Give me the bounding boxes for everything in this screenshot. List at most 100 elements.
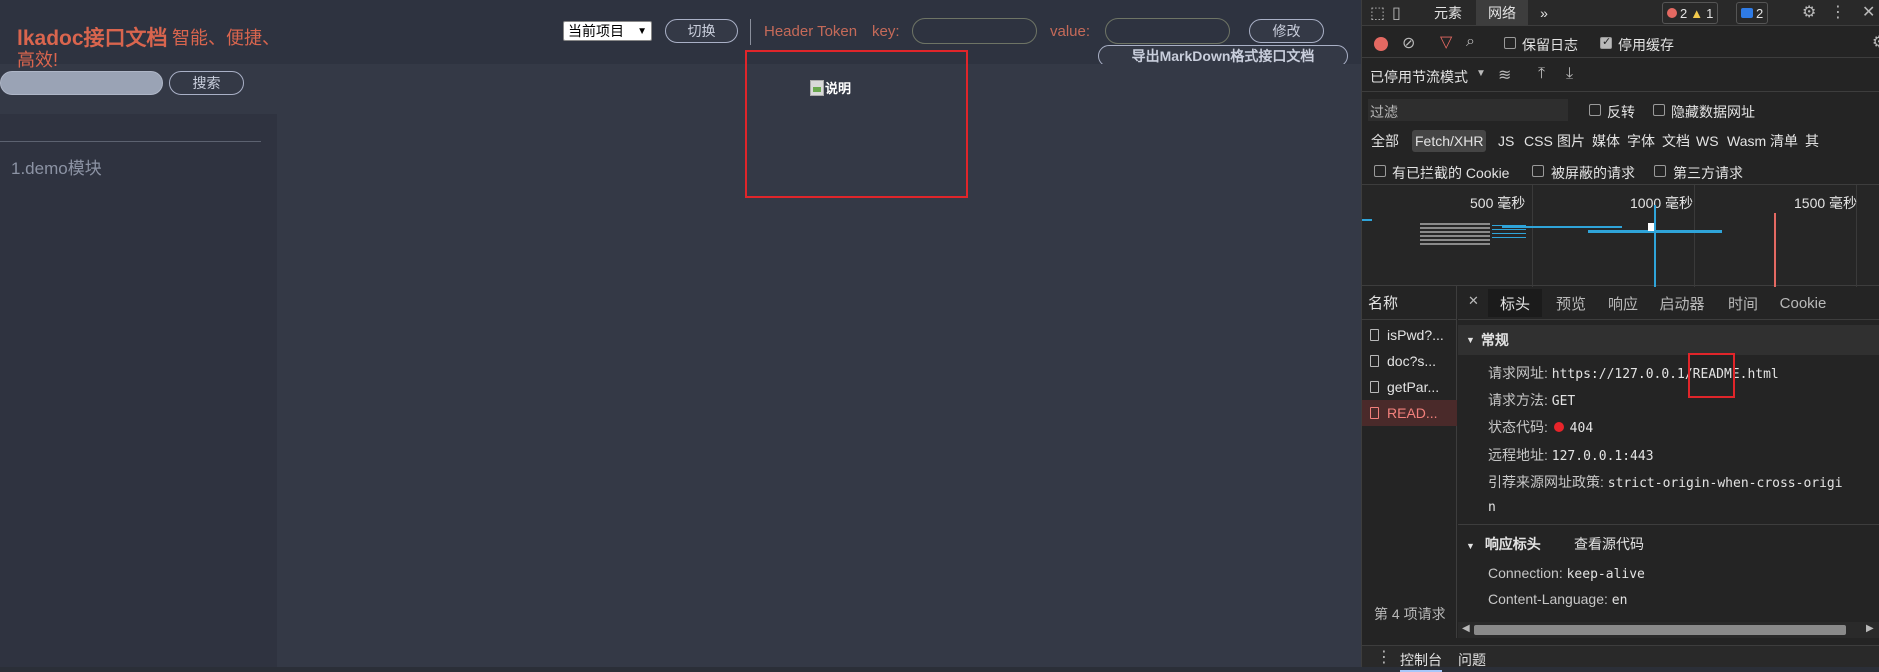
gear-icon[interactable]: ⚙ xyxy=(1802,2,1816,22)
blocked-cookies-checkbox[interactable] xyxy=(1374,165,1386,177)
tab-initiator[interactable]: 启动器 xyxy=(1650,289,1714,317)
status-error-icon xyxy=(1553,422,1564,432)
type-filter-img[interactable]: 图片 xyxy=(1554,130,1588,152)
type-filter-font[interactable]: 字体 xyxy=(1624,130,1658,152)
file-icon xyxy=(1370,355,1379,367)
response-headers-header[interactable]: ▼ 响应标头 xyxy=(1466,534,1541,554)
status-code-row: 状态代码: 404 xyxy=(1488,417,1593,437)
clear-icon[interactable]: ⊘ xyxy=(1402,33,1415,53)
type-filter-ws[interactable]: WS xyxy=(1693,130,1722,152)
sidebar-item-demo[interactable]: 1.demo模块 xyxy=(11,154,102,179)
request-name: getPar... xyxy=(1387,379,1440,395)
download-icon[interactable]: ⤓ xyxy=(1566,65,1573,83)
scrollbar-thumb[interactable] xyxy=(1474,625,1846,635)
tab-network[interactable]: 网络 xyxy=(1476,0,1528,26)
error-warning-badge[interactable]: 2 ▲ 1 xyxy=(1662,2,1719,24)
more-tabs-button[interactable]: » xyxy=(1532,0,1556,26)
preserve-log-checkbox[interactable] xyxy=(1504,37,1516,49)
general-section-header[interactable]: ▼ 常规 xyxy=(1458,325,1879,355)
header-value: keep-alive xyxy=(1566,567,1645,582)
type-filter-doc[interactable]: 文档 xyxy=(1659,130,1693,152)
type-filter-fetch-xhr[interactable]: Fetch/XHR xyxy=(1412,130,1487,152)
warning-count: 1 xyxy=(1706,5,1714,21)
scroll-right-icon[interactable]: ▶ xyxy=(1866,623,1874,634)
third-party-label: 第三方请求 xyxy=(1673,165,1743,181)
annotation-box xyxy=(745,50,968,198)
type-filter-other[interactable]: 其 xyxy=(1802,130,1822,152)
request-name-list: 名称 isPwd?... doc?s... getPar... READ... … xyxy=(1362,286,1457,638)
request-row-selected[interactable]: READ... xyxy=(1362,400,1457,426)
upload-icon[interactable]: ⤒ xyxy=(1538,65,1545,83)
invert-checkbox[interactable] xyxy=(1589,104,1601,116)
type-filter-media[interactable]: 媒体 xyxy=(1589,130,1623,152)
blocked-requests-checkbox[interactable] xyxy=(1532,165,1544,177)
key-input[interactable] xyxy=(912,18,1037,44)
record-icon[interactable] xyxy=(1374,37,1388,51)
kebab-menu-icon[interactable]: ⋮ xyxy=(1830,2,1846,22)
response-header-row: Connection: keep-alive xyxy=(1488,565,1645,582)
network-overview[interactable]: 500 毫秒 1000 毫秒 1500 毫秒 xyxy=(1362,184,1879,287)
hide-data-urls-checkbox[interactable] xyxy=(1653,104,1665,116)
remote-address-value: 127.0.0.1:443 xyxy=(1551,449,1654,464)
header-name: Connection: xyxy=(1488,565,1563,581)
wifi-icon[interactable]: ≋ xyxy=(1498,65,1511,85)
settings-icon[interactable]: ⚙ xyxy=(1872,32,1879,52)
request-row[interactable]: getPar... xyxy=(1362,374,1457,400)
throttling-select[interactable]: 已停用节流模式 xyxy=(1370,67,1468,87)
type-filter-css[interactable]: CSS xyxy=(1521,130,1556,152)
close-icon[interactable]: ✕ xyxy=(1862,2,1875,22)
type-filter-bar: 全部 Fetch/XHR JS CSS 图片 媒体 字体 文档 WS Wasm … xyxy=(1362,126,1879,156)
value-input[interactable] xyxy=(1105,18,1230,44)
annotation-box xyxy=(1688,353,1735,398)
close-icon[interactable]: ✕ xyxy=(1468,293,1479,309)
chevron-down-icon: ▼ xyxy=(637,25,647,37)
project-select-value: 当前项目 xyxy=(568,23,624,39)
referrer-policy-value-cont: n xyxy=(1488,500,1496,515)
tab-cookies[interactable]: Cookie xyxy=(1772,289,1834,317)
messages-badge[interactable]: 2 xyxy=(1736,2,1769,24)
type-filter-js[interactable]: JS xyxy=(1495,130,1517,152)
modify-button[interactable]: 修改 xyxy=(1249,19,1324,43)
brand-slogan: 智能、便捷、 xyxy=(172,28,280,48)
filter-input[interactable]: 过滤 xyxy=(1368,99,1568,121)
kebab-menu-icon[interactable]: ⋮ xyxy=(1376,647,1392,667)
search-button[interactable]: 搜索 xyxy=(169,71,244,95)
issues-tab[interactable]: 问题 xyxy=(1458,650,1486,670)
devtools-tabbar: ⬚ ▯ 元素 网络 » 2 ▲ 1 2 ⚙ ⋮ ✕ xyxy=(1362,0,1879,26)
tab-preview[interactable]: 预览 xyxy=(1546,289,1596,317)
tab-response[interactable]: 响应 xyxy=(1598,289,1648,317)
switch-button[interactable]: 切换 xyxy=(665,19,738,43)
horizontal-scrollbar[interactable]: ◀ ▶ xyxy=(1458,622,1879,638)
request-row[interactable]: doc?s... xyxy=(1362,348,1457,374)
type-filter-manifest[interactable]: 清单 xyxy=(1767,130,1801,152)
tab-timing[interactable]: 时间 xyxy=(1718,289,1768,317)
search-icon[interactable]: ⌕ xyxy=(1466,33,1475,51)
inspect-icon[interactable]: ⬚ xyxy=(1370,3,1385,23)
status-code-value: 404 xyxy=(1569,421,1594,436)
filter-icon[interactable]: ▽ xyxy=(1440,32,1452,52)
message-icon xyxy=(1741,8,1753,18)
view-source-link[interactable]: 查看源代码 xyxy=(1574,534,1644,554)
scroll-left-icon[interactable]: ◀ xyxy=(1462,623,1470,634)
tab-elements[interactable]: 元素 xyxy=(1420,0,1476,26)
search-input[interactable] xyxy=(0,71,163,95)
type-filter-wasm[interactable]: Wasm xyxy=(1724,130,1769,152)
type-filter-all[interactable]: 全部 xyxy=(1368,130,1402,152)
grid-line xyxy=(1694,185,1695,287)
disable-cache-checkbox[interactable] xyxy=(1600,35,1612,49)
request-url-value: https://127.0.0.1/README.html xyxy=(1551,367,1779,382)
header-name: Content-Language: xyxy=(1488,591,1608,607)
request-name: doc?s... xyxy=(1387,353,1437,369)
tab-headers[interactable]: 标头 xyxy=(1488,289,1542,317)
project-select[interactable]: 当前项目 ▼ xyxy=(563,21,652,41)
request-bars xyxy=(1420,223,1490,245)
third-party-checkbox[interactable] xyxy=(1654,165,1666,177)
file-icon xyxy=(1370,381,1379,393)
names-column-header[interactable]: 名称 xyxy=(1362,286,1457,320)
invert-label: 反转 xyxy=(1607,104,1635,120)
device-toolbar-icon[interactable]: ▯ xyxy=(1392,3,1401,23)
console-tab[interactable]: 控制台 xyxy=(1400,650,1442,672)
throttle-toolbar: 已停用节流模式 ▼ ≋ ⤒ ⤓ xyxy=(1362,58,1879,92)
request-row[interactable]: isPwd?... xyxy=(1362,322,1457,348)
request-method-row: 请求方法: GET xyxy=(1488,390,1575,410)
